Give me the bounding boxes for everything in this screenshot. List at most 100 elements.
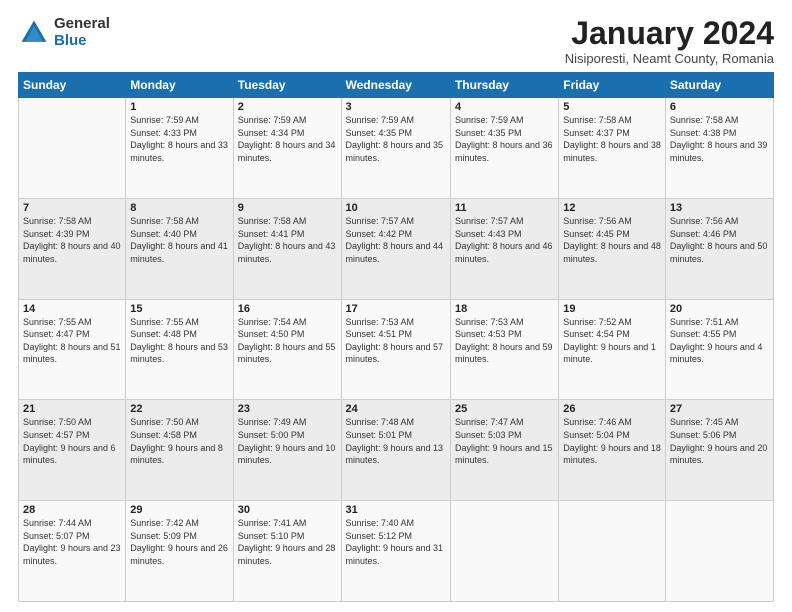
header: General Blue January 2024 Nisiporesti, N… <box>18 16 774 66</box>
day-number: 1 <box>130 101 228 113</box>
calendar-week-row: 1Sunrise: 7:59 AM Sunset: 4:33 PM Daylig… <box>19 98 774 199</box>
day-info: Sunrise: 7:55 AM Sunset: 4:47 PM Dayligh… <box>23 316 121 366</box>
day-info: Sunrise: 7:55 AM Sunset: 4:48 PM Dayligh… <box>130 316 228 366</box>
calendar-cell: 29Sunrise: 7:42 AM Sunset: 5:09 PM Dayli… <box>126 501 233 602</box>
calendar-cell: 21Sunrise: 7:50 AM Sunset: 4:57 PM Dayli… <box>19 400 126 501</box>
day-number: 25 <box>455 403 554 415</box>
logo-blue: Blue <box>54 33 110 50</box>
day-number: 13 <box>670 202 769 214</box>
day-number: 11 <box>455 202 554 214</box>
calendar-header-row: SundayMondayTuesdayWednesdayThursdayFrid… <box>19 73 774 98</box>
day-info: Sunrise: 7:47 AM Sunset: 5:03 PM Dayligh… <box>455 416 554 466</box>
day-number: 4 <box>455 101 554 113</box>
day-number: 8 <box>130 202 228 214</box>
day-number: 15 <box>130 303 228 315</box>
logo-general: General <box>54 16 110 33</box>
month-title: January 2024 <box>565 16 774 51</box>
day-info: Sunrise: 7:53 AM Sunset: 4:53 PM Dayligh… <box>455 316 554 366</box>
day-info: Sunrise: 7:41 AM Sunset: 5:10 PM Dayligh… <box>238 517 337 567</box>
calendar-cell: 6Sunrise: 7:58 AM Sunset: 4:38 PM Daylig… <box>665 98 773 199</box>
calendar-cell: 17Sunrise: 7:53 AM Sunset: 4:51 PM Dayli… <box>341 299 450 400</box>
day-number: 9 <box>238 202 337 214</box>
day-info: Sunrise: 7:53 AM Sunset: 4:51 PM Dayligh… <box>346 316 446 366</box>
day-info: Sunrise: 7:50 AM Sunset: 4:58 PM Dayligh… <box>130 416 228 466</box>
day-info: Sunrise: 7:58 AM Sunset: 4:37 PM Dayligh… <box>563 114 661 164</box>
calendar-cell: 11Sunrise: 7:57 AM Sunset: 4:43 PM Dayli… <box>450 198 558 299</box>
calendar-cell: 31Sunrise: 7:40 AM Sunset: 5:12 PM Dayli… <box>341 501 450 602</box>
calendar-cell: 3Sunrise: 7:59 AM Sunset: 4:35 PM Daylig… <box>341 98 450 199</box>
day-info: Sunrise: 7:57 AM Sunset: 4:43 PM Dayligh… <box>455 215 554 265</box>
calendar-cell: 22Sunrise: 7:50 AM Sunset: 4:58 PM Dayli… <box>126 400 233 501</box>
day-number: 17 <box>346 303 446 315</box>
day-info: Sunrise: 7:40 AM Sunset: 5:12 PM Dayligh… <box>346 517 446 567</box>
day-number: 20 <box>670 303 769 315</box>
day-number: 19 <box>563 303 661 315</box>
calendar-cell: 13Sunrise: 7:56 AM Sunset: 4:46 PM Dayli… <box>665 198 773 299</box>
calendar-cell: 24Sunrise: 7:48 AM Sunset: 5:01 PM Dayli… <box>341 400 450 501</box>
calendar-cell: 14Sunrise: 7:55 AM Sunset: 4:47 PM Dayli… <box>19 299 126 400</box>
day-info: Sunrise: 7:52 AM Sunset: 4:54 PM Dayligh… <box>563 316 661 366</box>
day-info: Sunrise: 7:58 AM Sunset: 4:39 PM Dayligh… <box>23 215 121 265</box>
logo-icon <box>18 17 50 49</box>
day-number: 16 <box>238 303 337 315</box>
calendar-cell: 2Sunrise: 7:59 AM Sunset: 4:34 PM Daylig… <box>233 98 341 199</box>
day-number: 31 <box>346 504 446 516</box>
calendar-cell: 7Sunrise: 7:58 AM Sunset: 4:39 PM Daylig… <box>19 198 126 299</box>
calendar-cell: 28Sunrise: 7:44 AM Sunset: 5:07 PM Dayli… <box>19 501 126 602</box>
calendar-cell <box>665 501 773 602</box>
calendar-cell: 5Sunrise: 7:58 AM Sunset: 4:37 PM Daylig… <box>559 98 666 199</box>
day-info: Sunrise: 7:57 AM Sunset: 4:42 PM Dayligh… <box>346 215 446 265</box>
day-number: 22 <box>130 403 228 415</box>
location: Nisiporesti, Neamt County, Romania <box>565 51 774 66</box>
day-number: 6 <box>670 101 769 113</box>
calendar-cell: 18Sunrise: 7:53 AM Sunset: 4:53 PM Dayli… <box>450 299 558 400</box>
calendar-cell <box>19 98 126 199</box>
day-info: Sunrise: 7:58 AM Sunset: 4:40 PM Dayligh… <box>130 215 228 265</box>
day-number: 23 <box>238 403 337 415</box>
col-header-thursday: Thursday <box>450 73 558 98</box>
calendar-cell: 27Sunrise: 7:45 AM Sunset: 5:06 PM Dayli… <box>665 400 773 501</box>
col-header-saturday: Saturday <box>665 73 773 98</box>
day-info: Sunrise: 7:58 AM Sunset: 4:38 PM Dayligh… <box>670 114 769 164</box>
day-info: Sunrise: 7:42 AM Sunset: 5:09 PM Dayligh… <box>130 517 228 567</box>
title-block: January 2024 Nisiporesti, Neamt County, … <box>565 16 774 66</box>
day-info: Sunrise: 7:58 AM Sunset: 4:41 PM Dayligh… <box>238 215 337 265</box>
calendar-table: SundayMondayTuesdayWednesdayThursdayFrid… <box>18 72 774 602</box>
calendar-cell: 20Sunrise: 7:51 AM Sunset: 4:55 PM Dayli… <box>665 299 773 400</box>
calendar-week-row: 14Sunrise: 7:55 AM Sunset: 4:47 PM Dayli… <box>19 299 774 400</box>
logo: General Blue <box>18 16 110 49</box>
calendar-week-row: 28Sunrise: 7:44 AM Sunset: 5:07 PM Dayli… <box>19 501 774 602</box>
day-info: Sunrise: 7:59 AM Sunset: 4:34 PM Dayligh… <box>238 114 337 164</box>
calendar-cell: 9Sunrise: 7:58 AM Sunset: 4:41 PM Daylig… <box>233 198 341 299</box>
calendar-cell <box>559 501 666 602</box>
calendar-cell: 4Sunrise: 7:59 AM Sunset: 4:35 PM Daylig… <box>450 98 558 199</box>
day-info: Sunrise: 7:56 AM Sunset: 4:45 PM Dayligh… <box>563 215 661 265</box>
day-info: Sunrise: 7:46 AM Sunset: 5:04 PM Dayligh… <box>563 416 661 466</box>
day-number: 12 <box>563 202 661 214</box>
calendar-page: General Blue January 2024 Nisiporesti, N… <box>0 0 792 612</box>
day-number: 5 <box>563 101 661 113</box>
logo-text: General Blue <box>54 16 110 49</box>
day-number: 10 <box>346 202 446 214</box>
calendar-cell: 23Sunrise: 7:49 AM Sunset: 5:00 PM Dayli… <box>233 400 341 501</box>
calendar-cell: 10Sunrise: 7:57 AM Sunset: 4:42 PM Dayli… <box>341 198 450 299</box>
calendar-cell: 25Sunrise: 7:47 AM Sunset: 5:03 PM Dayli… <box>450 400 558 501</box>
col-header-sunday: Sunday <box>19 73 126 98</box>
calendar-cell: 15Sunrise: 7:55 AM Sunset: 4:48 PM Dayli… <box>126 299 233 400</box>
day-number: 29 <box>130 504 228 516</box>
calendar-cell: 26Sunrise: 7:46 AM Sunset: 5:04 PM Dayli… <box>559 400 666 501</box>
day-number: 28 <box>23 504 121 516</box>
day-info: Sunrise: 7:45 AM Sunset: 5:06 PM Dayligh… <box>670 416 769 466</box>
calendar-cell: 1Sunrise: 7:59 AM Sunset: 4:33 PM Daylig… <box>126 98 233 199</box>
day-info: Sunrise: 7:50 AM Sunset: 4:57 PM Dayligh… <box>23 416 121 466</box>
col-header-friday: Friday <box>559 73 666 98</box>
col-header-monday: Monday <box>126 73 233 98</box>
day-number: 2 <box>238 101 337 113</box>
day-number: 18 <box>455 303 554 315</box>
calendar-cell: 30Sunrise: 7:41 AM Sunset: 5:10 PM Dayli… <box>233 501 341 602</box>
calendar-week-row: 7Sunrise: 7:58 AM Sunset: 4:39 PM Daylig… <box>19 198 774 299</box>
col-header-tuesday: Tuesday <box>233 73 341 98</box>
calendar-cell: 19Sunrise: 7:52 AM Sunset: 4:54 PM Dayli… <box>559 299 666 400</box>
day-info: Sunrise: 7:59 AM Sunset: 4:35 PM Dayligh… <box>455 114 554 164</box>
day-info: Sunrise: 7:44 AM Sunset: 5:07 PM Dayligh… <box>23 517 121 567</box>
